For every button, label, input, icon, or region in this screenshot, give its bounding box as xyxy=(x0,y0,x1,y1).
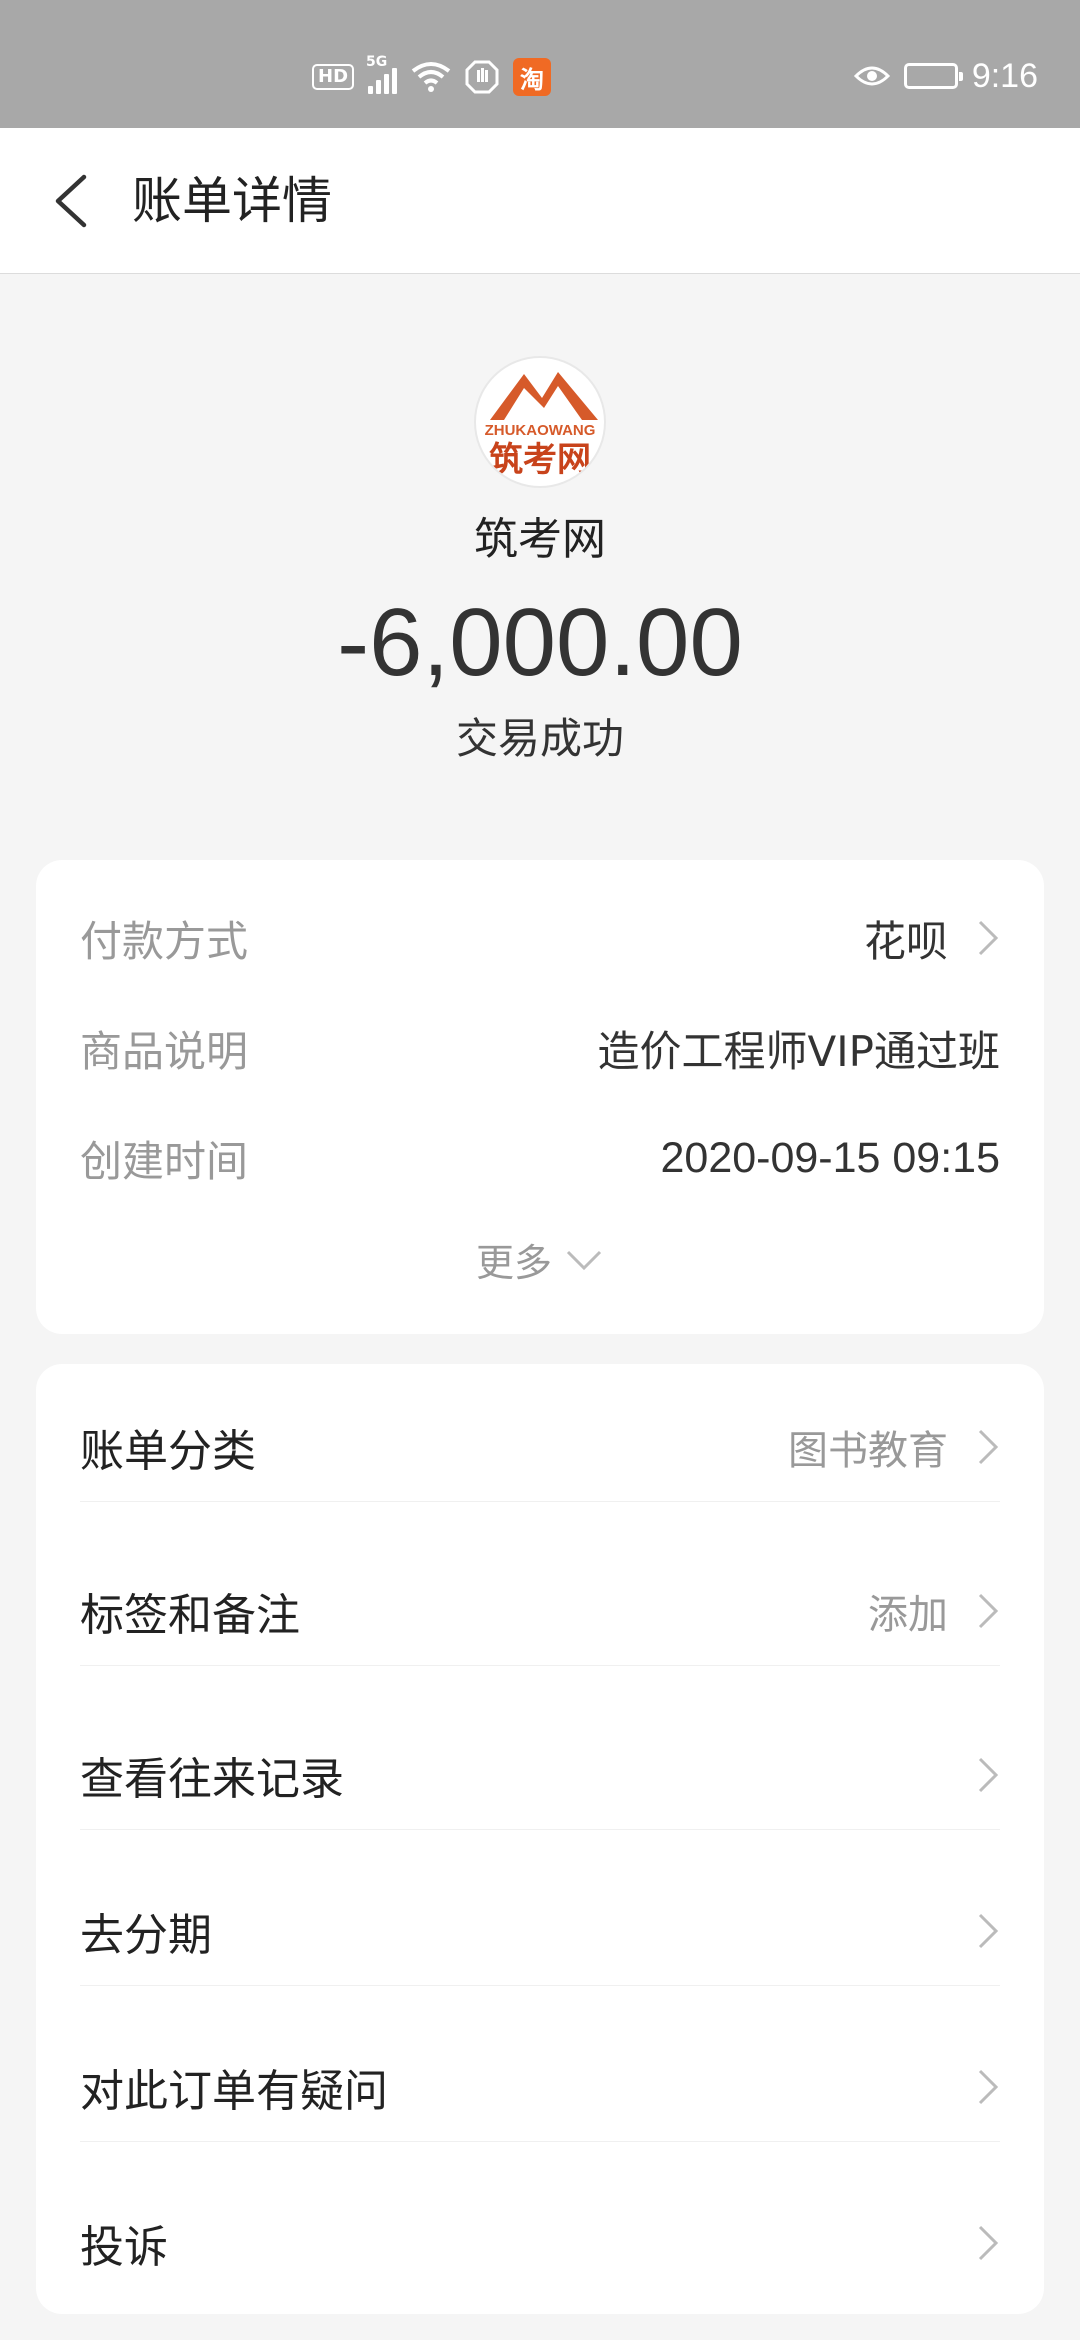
payment-method-row[interactable]: 付款方式 花呗 xyxy=(80,908,1000,968)
created-time-value: 2020-09-15 09:15 xyxy=(660,1133,1000,1182)
installment-label: 去分期 xyxy=(80,1909,212,1961)
order-question-row[interactable]: 对此订单有疑问 xyxy=(80,2032,1000,2142)
nav-header: 账单详情 xyxy=(0,128,1080,274)
tags-notes-row[interactable]: 标签和备注 添加 xyxy=(80,1556,1000,1666)
back-button[interactable] xyxy=(40,168,100,234)
bill-category-value: 图书教育 xyxy=(788,1427,948,1474)
page-title: 账单详情 xyxy=(132,172,332,230)
tags-notes-label: 标签和备注 xyxy=(80,1589,300,1641)
hand-icon xyxy=(465,60,499,94)
logo-chinese: 筑考网 xyxy=(489,440,591,480)
chevron-right-icon xyxy=(978,1593,999,1628)
more-button[interactable]: 更多 xyxy=(36,1232,1044,1287)
chevron-right-icon xyxy=(978,920,999,956)
created-time-label: 创建时间 xyxy=(80,1136,249,1186)
taobao-icon: 淘 xyxy=(513,58,552,96)
battery-icon xyxy=(903,63,963,89)
payment-method-value: 花呗 xyxy=(864,908,1000,969)
bill-category-label: 账单分类 xyxy=(80,1425,256,1477)
tags-notes-value: 添加 xyxy=(868,1591,948,1638)
wifi-icon xyxy=(411,62,451,92)
chevron-right-icon xyxy=(978,2069,999,2104)
hd-badge: HD xyxy=(312,64,355,90)
clock: 9:16 xyxy=(971,56,1038,95)
status-right: 9:16 xyxy=(853,54,1038,98)
product-description-label: 商品说明 xyxy=(80,1026,249,1076)
signal-icon: 5G xyxy=(366,54,398,94)
transaction-amount: -6,000.00 xyxy=(337,589,743,696)
complaint-label: 投诉 xyxy=(80,2222,168,2273)
bill-category-row[interactable]: 账单分类 图书教育 xyxy=(80,1392,1000,1502)
merchant-logo[interactable]: ZHUKAOWANG 筑考网 xyxy=(474,356,606,488)
eye-icon xyxy=(853,66,890,86)
merchant-summary: ZHUKAOWANG 筑考网 筑考网 -6,000.00 交易成功 xyxy=(0,356,1080,766)
transaction-history-label: 查看往来记录 xyxy=(80,1753,344,1805)
payment-method-label: 付款方式 xyxy=(80,916,249,966)
chevron-down-icon xyxy=(566,1250,602,1270)
product-description-value: 造价工程师VIP通过班 xyxy=(597,1026,1000,1076)
details-card: 付款方式 花呗 商品说明 造价工程师VIP通过班 创建时间 2020-09-15… xyxy=(36,860,1044,1334)
product-description-row: 商品说明 造价工程师VIP通过班 xyxy=(80,1018,1000,1078)
complaint-row[interactable]: 投诉 xyxy=(80,2188,1000,2298)
actions-card: 账单分类 图书教育 标签和备注 添加 查看往来记录 去分期 对此订单有疑问 投诉 xyxy=(36,1364,1044,2314)
transaction-status: 交易成功 xyxy=(455,714,624,763)
chevron-right-icon xyxy=(978,1429,999,1464)
status-bar: HD 5G 淘 9:16 xyxy=(0,0,1080,128)
chevron-right-icon xyxy=(978,1757,999,1792)
chevron-right-icon xyxy=(978,2225,999,2261)
merchant-name[interactable]: 筑考网 xyxy=(0,512,1080,568)
transaction-history-row[interactable]: 查看往来记录 xyxy=(80,1720,1000,1830)
installment-row[interactable]: 去分期 xyxy=(80,1876,1000,1986)
logo-wordmark: ZHUKAOWANG xyxy=(484,422,596,439)
chevron-right-icon xyxy=(978,1913,999,1948)
order-question-label: 对此订单有疑问 xyxy=(80,2065,388,2117)
created-time-row: 创建时间 2020-09-15 09:15 xyxy=(80,1128,1000,1188)
status-icons: HD 5G 淘 xyxy=(312,54,552,98)
chevron-left-icon xyxy=(55,174,87,228)
